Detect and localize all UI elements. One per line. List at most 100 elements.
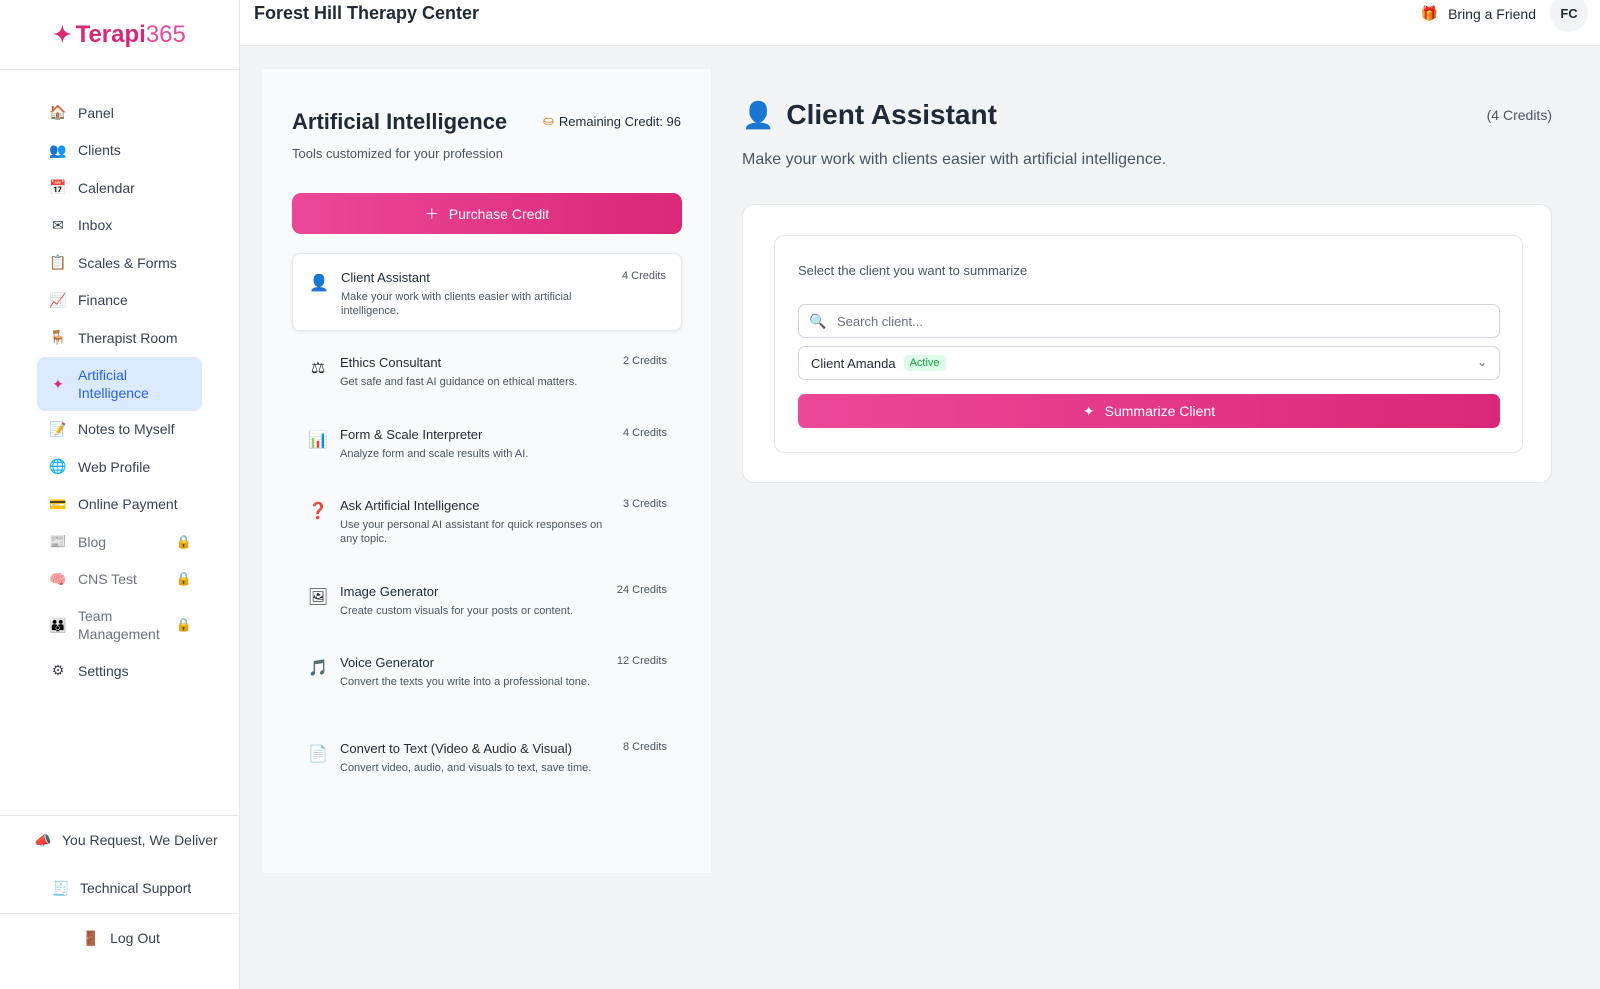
mail-icon: ✉ (52, 216, 64, 233)
select-client-label: Select the client you want to summarize (798, 263, 1028, 278)
tool-name: Image Generator (340, 584, 439, 599)
selected-client: Client Amanda (811, 355, 896, 371)
client-select[interactable]: Client Amanda Active ⌄ (798, 346, 1500, 380)
main-credits: (4 Credits) (1486, 107, 1552, 123)
lock-icon: 🔒 (175, 533, 192, 549)
tool-description: Create custom visuals for your posts or … (340, 605, 573, 617)
purchase-credit-button[interactable]: ＋ Purchase Credit (292, 193, 682, 234)
tool-credits: 4 Credits (622, 427, 667, 439)
search-icon: 🔍 (809, 312, 827, 329)
ai-tools-panel: Artificial Intelligence ⛀ Remaining Cred… (261, 68, 712, 874)
music-note-icon: 🎵 (308, 660, 328, 677)
scales-icon: ⚖ (310, 360, 326, 377)
room-icon: 🪑 (49, 329, 67, 346)
search-box: 🔍 (798, 304, 1500, 338)
gift-icon: 🎁 (1420, 5, 1439, 21)
clients-icon: 👥 (49, 141, 67, 158)
question-icon: ❓ (308, 503, 328, 520)
logout-button[interactable]: 🚪 Log Out (0, 914, 240, 962)
tool-name: Voice Generator (340, 655, 434, 670)
tool-description: Make your work with clients easier with … (341, 291, 572, 317)
bring-friend-button[interactable]: 🎁 Bring a Friend (1421, 5, 1536, 22)
sidebar-item-clients[interactable]: 👥 Clients (37, 132, 202, 170)
sidebar-item-panel[interactable]: 🏠 Panel (37, 94, 202, 132)
request-link[interactable]: 📣 You Request, We Deliver (0, 816, 240, 864)
card-icon: 💳 (49, 495, 67, 512)
request-label: You Request, We Deliver (62, 832, 218, 848)
chart-icon: 📈 (49, 291, 67, 308)
sidebar-item-scales-forms[interactable]: 📋 Scales & Forms (37, 244, 202, 282)
sidebar-item-notes[interactable]: 📝 Notes to Myself (37, 411, 202, 449)
sidebar-item-label: Notes to Myself (78, 421, 175, 438)
summarize-form: Select the client you want to summarize … (774, 235, 1523, 453)
tool-credits: 2 Credits (622, 355, 667, 367)
brand-logo[interactable]: ✦ Terapi 365 (0, 0, 239, 70)
tool-credits: 24 Credits (616, 584, 667, 596)
bring-friend-label: Bring a Friend (1448, 5, 1536, 22)
search-input[interactable] (837, 313, 1499, 329)
coins-icon: ⛀ (542, 113, 554, 128)
summarize-card: Select the client you want to summarize … (742, 204, 1552, 483)
tool-credits: 3 Credits (622, 498, 667, 510)
tool-name: Ask Artificial Intelligence (340, 498, 480, 513)
sidebar-item-therapist-room[interactable]: 🪑 Therapist Room (37, 319, 202, 357)
image-icon: 🖼 (307, 589, 329, 606)
team-icon: 👪 (49, 617, 67, 633)
sidebar-item-inbox[interactable]: ✉ Inbox (37, 207, 202, 245)
tool-name: Ethics Consultant (340, 355, 442, 370)
support-link[interactable]: 🧾 Technical Support (0, 864, 240, 912)
sidebar-item-label: Blog (78, 533, 107, 550)
gear-icon: ⚙ (51, 662, 65, 679)
main-title: 👤 Client Assistant (742, 99, 997, 131)
lock-icon: 🔒 (175, 571, 192, 587)
tool-client-assistant[interactable]: 👤 Client Assistant Make your work with c… (292, 253, 682, 331)
sidebar-item-online-payment[interactable]: 💳 Online Payment (37, 486, 202, 524)
tool-description: Convert video, audio, and visuals to tex… (340, 762, 592, 774)
globe-icon: 🌐 (49, 458, 67, 475)
summarize-client-label: Summarize Client (1104, 403, 1216, 419)
remaining-credit-label: Remaining Credit: 96 (558, 113, 681, 129)
lock-icon: 🔒 (175, 617, 192, 632)
tool-ask-ai[interactable]: ❓ Ask Artificial Intelligence Use your p… (292, 482, 682, 560)
purchase-credit-label: Purchase Credit (448, 205, 550, 222)
tool-description: Convert the texts you write into a profe… (340, 676, 591, 688)
forms-icon: 📋 (49, 254, 67, 271)
tool-voice-generator[interactable]: 🎵 Voice Generator Convert the texts you … (292, 639, 682, 717)
avatar[interactable]: FC (1550, 0, 1588, 32)
tool-name: Client Assistant (341, 270, 430, 285)
sparkle-logo-icon: ✦ (53, 21, 72, 47)
sidebar-item-blog[interactable]: 📰 Blog 🔒 (37, 523, 202, 561)
tool-image-generator[interactable]: 🖼 Image Generator Create custom visuals … (292, 568, 682, 632)
summarize-client-button[interactable]: ✦ Summarize Client (798, 394, 1500, 428)
sidebar-item-finance[interactable]: 📈 Finance (37, 282, 202, 320)
sidebar-item-cns-test[interactable]: 🧠 CNS Test 🔒 (37, 561, 202, 599)
sidebar-item-calendar[interactable]: 📅 Calendar (37, 169, 202, 207)
sparkle-icon: ✦ (1082, 402, 1095, 419)
tool-name: Convert to Text (Video & Audio & Visual) (340, 741, 572, 756)
sidebar-item-web-profile[interactable]: 🌐 Web Profile (37, 448, 202, 486)
sidebar-item-label: Calendar (78, 179, 135, 196)
tool-credits: 8 Credits (622, 741, 667, 753)
tool-description: Use your personal AI assistant for quick… (340, 519, 603, 545)
tool-ethics-consultant[interactable]: ⚖ Ethics Consultant Get safe and fast AI… (292, 339, 682, 403)
tool-form-scale-interpreter[interactable]: 📊 Form & Scale Interpreter Analyze form … (292, 411, 682, 475)
sidebar-item-label: Therapist Room (78, 329, 178, 346)
ai-panel-title: Artificial Intelligence (292, 109, 508, 134)
logout-label: Log Out (110, 930, 160, 946)
support-icon: 🧾 (52, 879, 70, 896)
tool-convert-to-text[interactable]: 📄 Convert to Text (Video & Audio & Visua… (292, 725, 682, 803)
main-title-text: Client Assistant (786, 99, 997, 130)
ai-panel-subtitle: Tools customized for your profession (292, 146, 503, 161)
sidebar-item-label: Panel (78, 104, 114, 121)
sidebar-item-settings[interactable]: ⚙ Settings (37, 652, 202, 690)
sidebar-item-team-management[interactable]: 👪 Team Management 🔒 (37, 598, 202, 652)
blog-icon: 📰 (49, 533, 67, 550)
sidebar-item-label: Web Profile (78, 458, 151, 475)
sidebar-item-label: Team Management (78, 608, 160, 642)
tool-credits: 4 Credits (621, 270, 666, 282)
bar-chart-icon: 📊 (308, 432, 328, 449)
door-icon: 🚪 (82, 929, 100, 946)
megaphone-icon: 📣 (34, 831, 52, 848)
tool-description: Get safe and fast AI guidance on ethical… (340, 376, 578, 388)
sidebar-item-artificial-intelligence[interactable]: ✦ Artificial Intelligence (37, 356, 202, 411)
